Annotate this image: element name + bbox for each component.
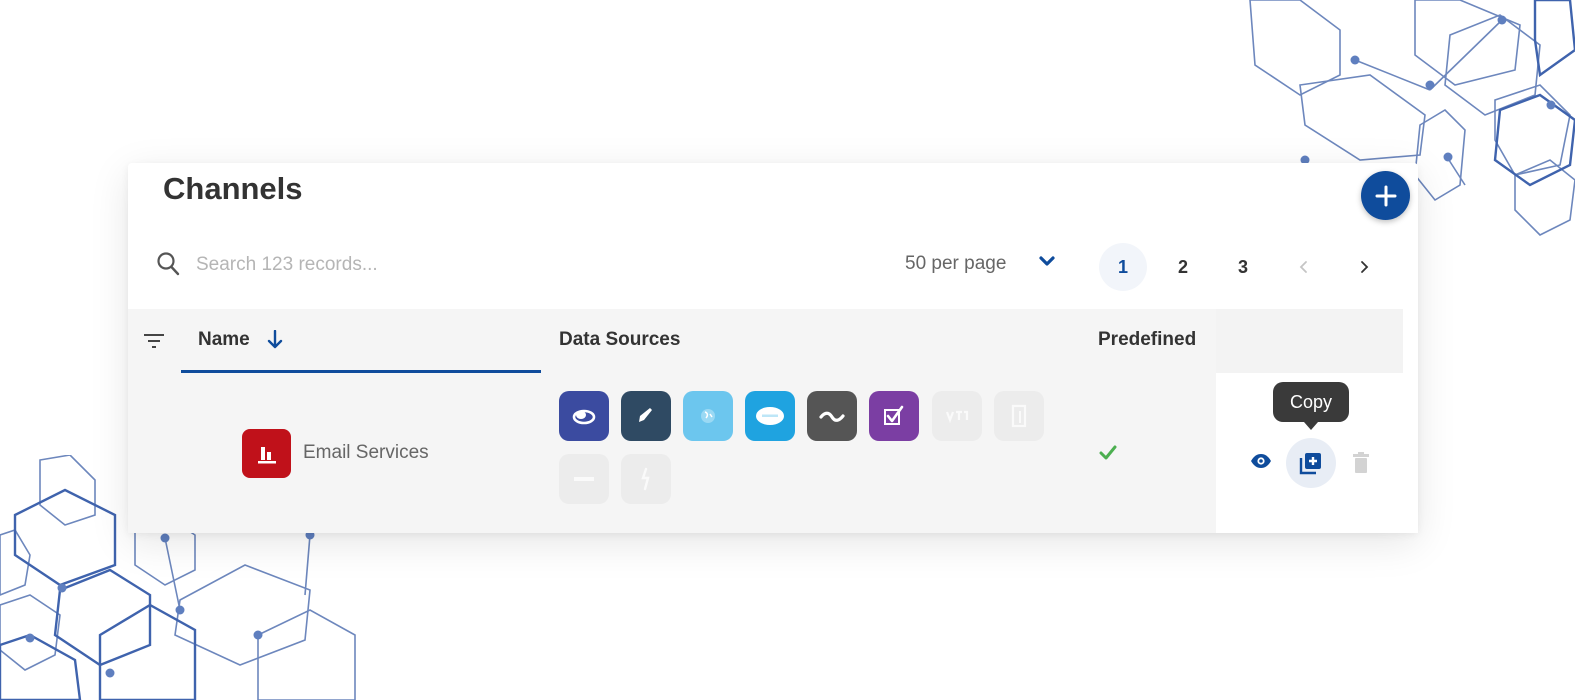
table-row[interactable]: Email Services (128, 373, 1216, 533)
trash-icon[interactable] (1352, 452, 1370, 474)
copy-button[interactable] (1286, 438, 1336, 488)
eye-icon[interactable] (1250, 453, 1272, 469)
minus-icon (574, 477, 594, 481)
data-source-rocket[interactable] (621, 391, 671, 441)
rocket-icon (639, 408, 652, 422)
channels-card: Channels 50 per page 1 2 3 Name (128, 163, 1418, 533)
next-page-button[interactable] (1344, 243, 1384, 291)
check-icon (1099, 445, 1117, 460)
vtr-icon (945, 410, 969, 424)
data-source-document[interactable] (994, 391, 1044, 441)
data-source-checkbox[interactable] (869, 391, 919, 441)
globe-icon (701, 409, 715, 423)
filter-icon[interactable] (143, 332, 165, 350)
channel-logo (242, 429, 291, 478)
search-icon (157, 252, 180, 276)
cloud-icon (572, 409, 596, 425)
chevron-left-icon (1299, 261, 1307, 273)
data-source-bolt[interactable] (621, 454, 671, 504)
salesforce-icon (756, 407, 784, 425)
channel-name[interactable]: Email Services (303, 442, 429, 464)
chevron-down-icon[interactable] (1038, 255, 1056, 269)
data-source-vtr[interactable] (932, 391, 982, 441)
column-name-label: Name (198, 329, 250, 350)
page-button-1[interactable]: 1 (1099, 243, 1147, 291)
wave-icon (819, 411, 845, 422)
row-actions: Copy (1216, 373, 1418, 533)
page-button-3[interactable]: 3 (1219, 243, 1267, 291)
bolt-icon (641, 467, 650, 491)
data-source-minus[interactable] (559, 454, 609, 504)
chevron-right-icon (1361, 261, 1369, 273)
column-header-data-sources[interactable]: Data Sources (559, 329, 680, 351)
bar-chart-icon (257, 446, 276, 463)
per-page-label[interactable]: 50 per page (905, 253, 1006, 275)
column-header-name[interactable]: Name (181, 309, 541, 373)
data-source-globe[interactable] (683, 391, 733, 441)
page-title: Channels (163, 171, 303, 206)
column-header-actions (1216, 309, 1403, 373)
prev-page-button[interactable] (1284, 243, 1324, 291)
copy-icon (1299, 453, 1321, 475)
data-source-wave[interactable] (807, 391, 857, 441)
document-icon (1011, 404, 1027, 428)
page-button-2[interactable]: 2 (1159, 243, 1207, 291)
copy-tooltip: Copy (1273, 382, 1349, 422)
tooltip-arrow (1304, 422, 1318, 430)
table-header-row: Name Data Sources Predefined (128, 309, 1403, 373)
arrow-down-icon[interactable] (267, 330, 283, 350)
plus-icon (1375, 185, 1396, 206)
add-channel-button[interactable] (1361, 171, 1410, 220)
checkbox-icon (884, 405, 904, 425)
column-header-predefined[interactable]: Predefined (1098, 329, 1196, 351)
data-source-cloud[interactable] (559, 391, 609, 441)
data-source-salesforce[interactable] (745, 391, 795, 441)
search-input[interactable] (194, 249, 498, 281)
